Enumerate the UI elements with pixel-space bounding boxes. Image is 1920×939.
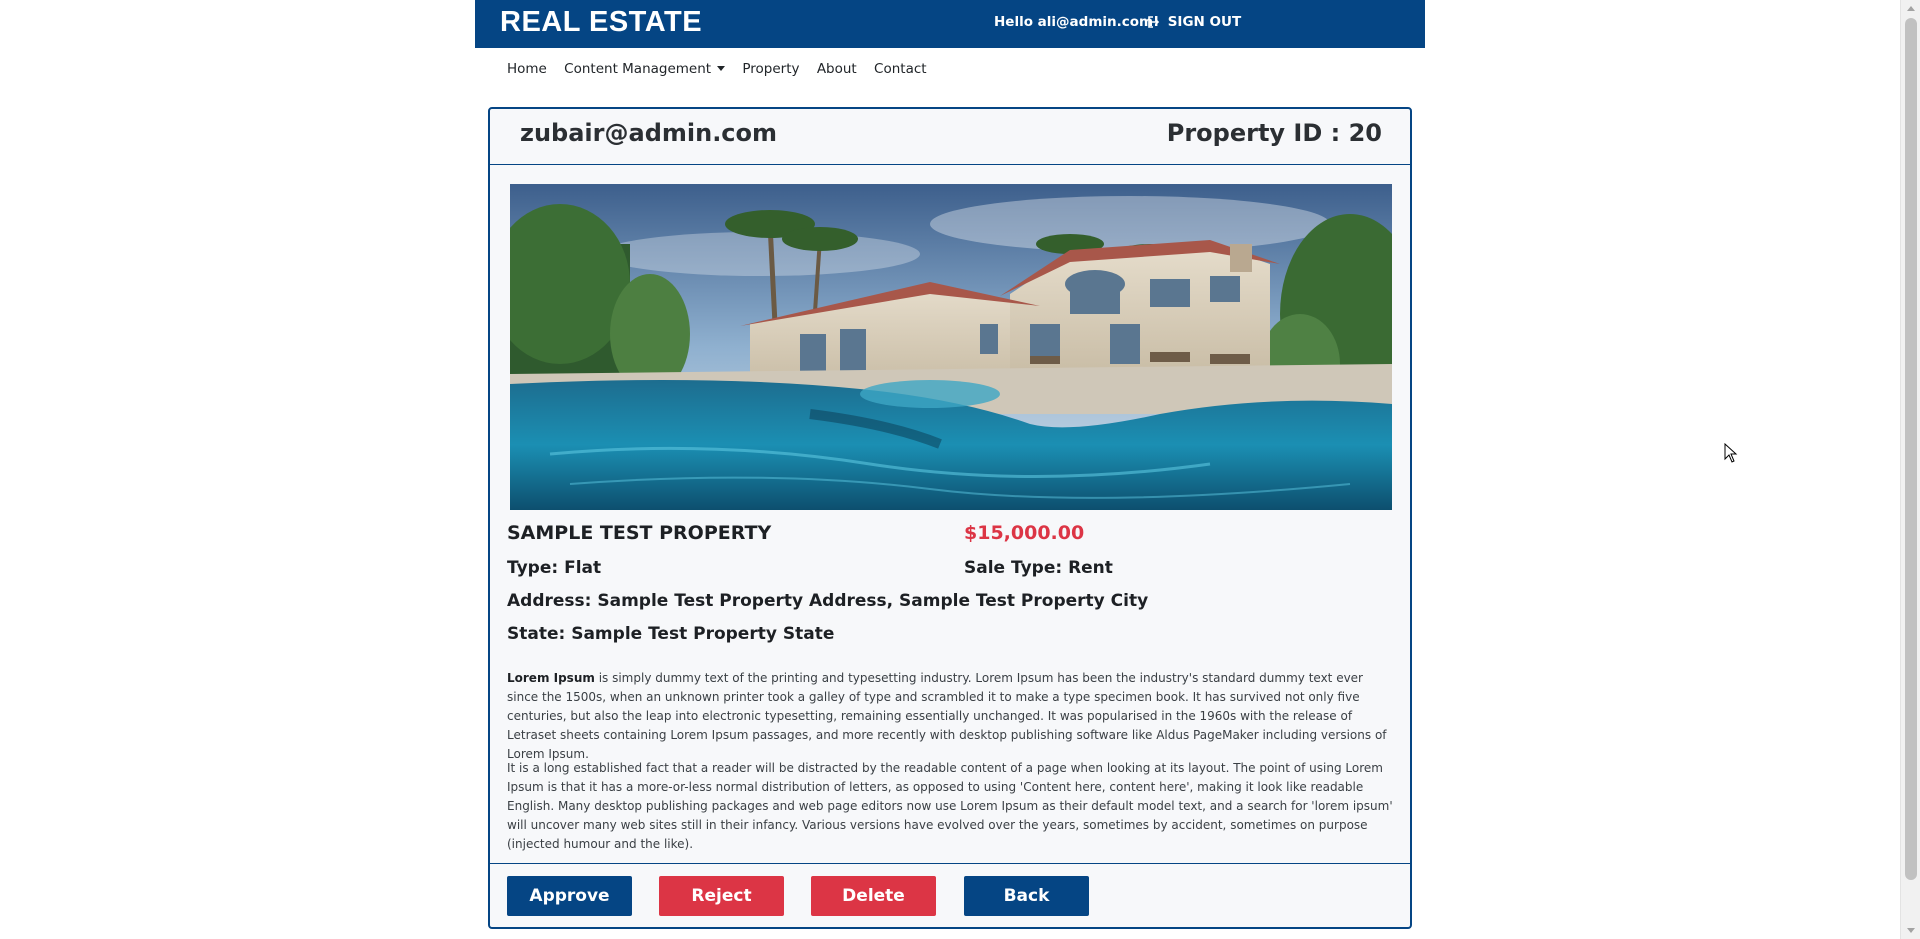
property-address: Address: Sample Test Property Address, S… [507, 591, 1149, 611]
property-photo [510, 184, 1392, 510]
sign-out-label: SIGN OUT [1167, 14, 1242, 30]
delete-button[interactable]: Delete [811, 876, 936, 916]
scroll-thumb[interactable] [1905, 18, 1917, 880]
user-greeting: Hello ali@admin.com! [994, 14, 1160, 30]
top-bar: REAL ESTATE Hello ali@admin.com! SIGN OU… [475, 0, 1425, 48]
sign-out-link[interactable]: SIGN OUT [1148, 14, 1241, 30]
page: REAL ESTATE Hello ali@admin.com! SIGN OU… [0, 0, 1900, 939]
nav-item-property[interactable]: Property [742, 61, 799, 77]
property-card: zubair@admin.com Property ID : 20 SAMPLE… [488, 107, 1412, 929]
property-title: SAMPLE TEST PROPERTY [507, 522, 772, 544]
description-paragraph-1: Lorem Ipsum is simply dummy text of the … [507, 669, 1397, 764]
description-paragraph-2: It is a long established fact that a rea… [507, 761, 1393, 851]
nav-item-content-management[interactable]: Content Management [564, 61, 726, 77]
nav-item-home[interactable]: Home [507, 61, 547, 77]
sign-out-icon [1148, 14, 1168, 30]
owner-email: zubair@admin.com [520, 119, 778, 147]
property-id: Property ID : 20 [1166, 119, 1382, 147]
scroll-down-arrow-icon[interactable] [1907, 928, 1915, 933]
property-price: $15,000.00 [964, 522, 1085, 544]
property-state: State: Sample Test Property State [507, 624, 835, 644]
card-footer: Approve Reject Delete Back [490, 863, 1410, 927]
scroll-up-arrow-icon[interactable] [1907, 6, 1915, 11]
brand-logo[interactable]: REAL ESTATE [500, 6, 702, 39]
main-nav: Home Content Management Property About C… [507, 61, 940, 77]
caret-down-icon [717, 66, 726, 71]
vertical-scrollbar[interactable] [1900, 0, 1920, 939]
reject-button[interactable]: Reject [659, 876, 784, 916]
nav-item-contact[interactable]: Contact [874, 61, 927, 77]
nav-item-content-management-label: Content Management [564, 61, 712, 77]
description-bold-lead: Lorem Ipsum [507, 671, 595, 685]
approve-button[interactable]: Approve [507, 876, 632, 916]
property-type: Type: Flat [507, 558, 602, 578]
back-button[interactable]: Back [964, 876, 1089, 916]
mouse-cursor-icon [1724, 442, 1738, 467]
description-paragraph-1-text: is simply dummy text of the printing and… [507, 671, 1387, 761]
property-sale-type: Sale Type: Rent [964, 558, 1113, 578]
card-header: zubair@admin.com Property ID : 20 [490, 109, 1410, 165]
nav-item-about[interactable]: About [817, 61, 857, 77]
